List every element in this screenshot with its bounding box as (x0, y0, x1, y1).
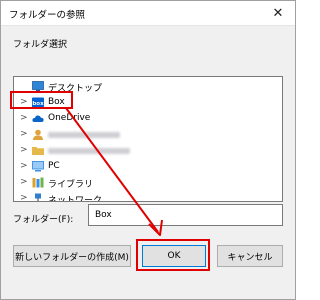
onedrive-icon (32, 115, 44, 122)
user-icon (33, 129, 43, 140)
chevron-right-icon: > (20, 145, 28, 155)
folder-field-label: フォルダー(F): (13, 215, 74, 225)
redacted-label (48, 132, 120, 138)
tree-item-library[interactable]: > ライブラリ (14, 175, 280, 191)
chevron-right-icon: > (20, 193, 28, 202)
tree-item-label: ネットワーク (48, 196, 103, 202)
tree-item-label: ライブラリ (48, 180, 94, 190)
folder-name-input[interactable] (88, 204, 283, 226)
close-button[interactable]: ✕ (263, 1, 293, 25)
tree-item-onedrive[interactable]: > OneDrive (14, 111, 280, 127)
box-highlight (10, 91, 73, 109)
redacted-label (48, 148, 130, 154)
tree-item-user[interactable]: > (14, 127, 280, 143)
folder-icon (32, 147, 44, 155)
chevron-right-icon: > (20, 177, 28, 187)
network-icon (35, 193, 41, 201)
chevron-right-icon: > (20, 113, 28, 123)
new-folder-button[interactable]: 新しいフォルダーの作成(M) (13, 245, 131, 267)
tree-item-folder[interactable]: > (14, 143, 280, 159)
chevron-right-icon: > (20, 129, 28, 139)
pc-icon (32, 161, 44, 172)
tree-item-label: OneDrive (48, 113, 91, 123)
chevron-right-icon: > (20, 161, 28, 171)
library-icon (32, 177, 44, 188)
tree-item-pc[interactable]: > PC (14, 159, 280, 175)
window-title: フォルダーの参照 (9, 10, 86, 21)
dialog-caption: フォルダ選択 (13, 40, 68, 50)
ok-highlight (136, 239, 210, 271)
tree-item-label: PC (48, 161, 60, 171)
cancel-button[interactable]: キャンセル (217, 245, 283, 267)
title-bar: フォルダーの参照 ✕ (1, 1, 295, 26)
tree-item-network[interactable]: > ネットワーク (14, 191, 280, 202)
